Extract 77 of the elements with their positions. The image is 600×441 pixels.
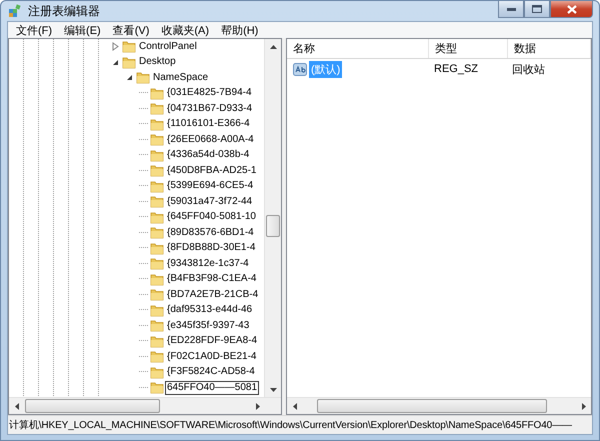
tree-item[interactable]: {26EE0668-A00A-4 — [165, 132, 256, 147]
folder-icon — [150, 381, 164, 394]
minimize-button[interactable] — [498, 1, 524, 18]
tree-item[interactable]: {89D83576-6BD1-4 — [165, 226, 256, 240]
menu-item[interactable]: 查看(V) — [106, 22, 156, 38]
window-title: 注册表编辑器 — [28, 2, 100, 20]
triangle-arrow-icon — [270, 44, 276, 50]
folder-icon — [150, 180, 164, 193]
menu-item[interactable]: 帮助(H) — [215, 22, 264, 38]
status-path: 计算机\HKEY_LOCAL_MACHINE\SOFTWARE\Microsoft\Windows\CurrentVersion\Explorer\Desktop\NameSpace\645FFO40—— — [9, 418, 572, 432]
menu-item[interactable]: 文件(F) — [10, 22, 58, 38]
tree-item[interactable]: {031E4825-7B94-4 — [165, 86, 254, 100]
tree-item[interactable]: {5399E694-6CE5-4 — [165, 179, 256, 194]
folder-icon — [150, 350, 164, 364]
tree-item[interactable]: {4336a54d-038b-4 — [165, 148, 252, 162]
tree-item[interactable]: {e345f35f-9397-43 — [165, 318, 252, 333]
tree-item[interactable]: {04731B67-D933-4 — [165, 102, 254, 116]
folder-icon — [150, 118, 164, 131]
column-header[interactable]: 名称 — [287, 39, 429, 58]
column-header[interactable]: 类型 — [429, 39, 508, 58]
close-button[interactable] — [550, 1, 593, 18]
value-type: REG_SZ — [433, 63, 480, 75]
menu-item[interactable]: 收藏夹(A) — [155, 22, 216, 38]
folder-icon — [122, 40, 136, 54]
tree-item[interactable]: {ED228FDF-9EA8-4 — [165, 334, 260, 348]
folder-icon — [150, 148, 164, 162]
tree-item[interactable]: {11016101-E366-4 — [165, 117, 252, 132]
folder-icon — [150, 334, 164, 348]
tree-item[interactable]: {450D8FBA-AD25-1 — [165, 164, 258, 178]
tree-item[interactable]: 645FFO40——5081 — [165, 380, 260, 395]
minimize-icon — [506, 8, 516, 10]
collapse-arrow-icon[interactable] — [111, 58, 120, 67]
folder-icon — [150, 366, 164, 379]
tree-item[interactable]: {F02C1A0D-BE21-4 — [165, 350, 258, 364]
triangle-arrow-icon — [14, 402, 20, 410]
expand-arrow-icon[interactable] — [111, 42, 120, 52]
tree-item[interactable]: NameSpace — [151, 70, 210, 85]
tree-item[interactable]: Desktop — [137, 55, 178, 70]
triangle-arrow-icon — [270, 386, 276, 392]
folder-icon — [150, 319, 164, 332]
folder-icon — [150, 257, 164, 270]
folder-icon — [122, 56, 136, 69]
tree-item[interactable]: {daf95313-e44d-46 — [165, 303, 254, 318]
scrollbar-thumb[interactable] — [317, 399, 547, 413]
folder-icon — [150, 86, 164, 100]
folder-icon — [150, 133, 164, 146]
folder-icon — [150, 242, 164, 255]
value-data: 回收站 — [511, 62, 546, 76]
maximize-icon — [532, 5, 542, 13]
maximize-button[interactable] — [524, 1, 550, 18]
app-icon — [7, 3, 23, 19]
folder-icon — [150, 272, 164, 286]
triangle-arrow-icon — [292, 402, 298, 410]
scrollbar-thumb[interactable] — [25, 399, 160, 413]
folder-icon — [150, 210, 164, 224]
folder-icon — [136, 71, 150, 84]
tree-item[interactable]: {9343812e-1c37-4 — [165, 256, 251, 271]
string-value-icon — [293, 62, 307, 76]
menu-item[interactable]: 编辑(E) — [58, 22, 107, 38]
scrollbar-thumb[interactable] — [266, 215, 280, 237]
close-icon — [566, 4, 576, 14]
triangle-arrow-icon — [580, 402, 586, 410]
folder-icon — [150, 195, 164, 208]
folder-icon — [150, 304, 164, 317]
triangle-arrow-icon — [254, 402, 260, 410]
folder-icon — [150, 102, 164, 116]
tree-item[interactable]: {8FD8B88D-30E1-4 — [165, 241, 258, 256]
tree-item[interactable]: {B4FB3F98-C1EA-4 — [165, 272, 258, 286]
tree-item[interactable]: {BD7A2E7B-21CB-4 — [165, 288, 260, 302]
column-header[interactable]: 数据 — [508, 39, 591, 58]
tree-item[interactable]: {F3F5824C-AD58-4 — [165, 365, 257, 380]
folder-icon — [150, 288, 164, 302]
folder-icon — [150, 164, 164, 178]
collapse-arrow-icon[interactable] — [125, 73, 134, 82]
tree-item[interactable]: {645FF040-5081-10 — [165, 210, 258, 224]
tree-item[interactable]: {59031a47-3f72-44 — [165, 194, 254, 209]
folder-icon — [150, 226, 164, 240]
